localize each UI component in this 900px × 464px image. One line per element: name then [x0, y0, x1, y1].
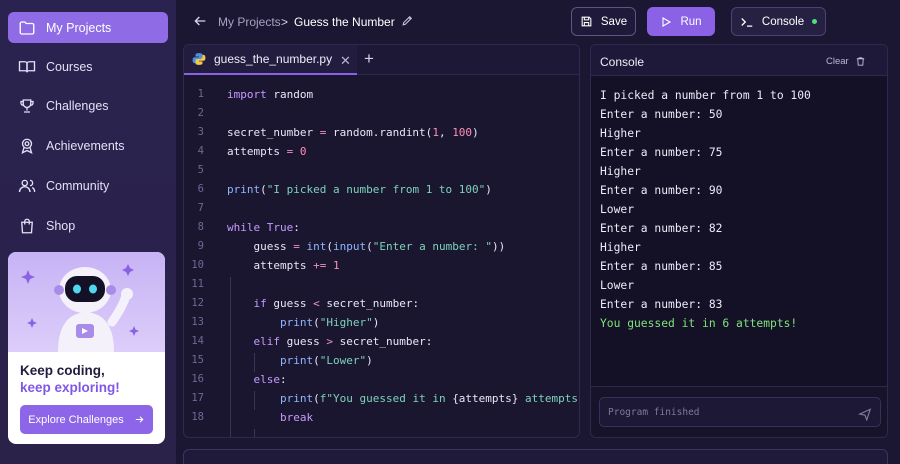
code-line: 1 import random [197, 88, 314, 101]
console-header: Console Clear [591, 45, 887, 76]
run-label: Run [680, 15, 702, 28]
sidebar-item-label: Community [46, 178, 110, 193]
code-line: 13 print("Higher") [191, 316, 380, 329]
sidebar-item-community[interactable]: Community [8, 170, 168, 201]
console-input-area: Program finished [591, 386, 887, 437]
promo-card: Keep coding, keep exploring! Explore Cha… [8, 252, 165, 444]
code-line: 17 print(f"You guessed it in {attempts} … [191, 392, 579, 405]
breadcrumb-separator: > [281, 15, 289, 29]
run-button[interactable]: Run [647, 7, 715, 36]
shopping-bag-icon [21, 218, 33, 233]
sidebar-item-label: Achievements [46, 138, 125, 153]
console-line: Enter a number: 90 [600, 184, 723, 197]
console-input-placeholder: Program finished [608, 407, 700, 418]
promo-subtitle: keep exploring! [20, 380, 120, 395]
console-line: Lower [600, 203, 635, 216]
console-title: Console [600, 55, 645, 69]
save-icon [581, 16, 592, 27]
console-panel: Console Clear I picked a number from 1 t… [590, 44, 888, 438]
breadcrumb-parent[interactable]: My Projects [218, 15, 281, 29]
book-icon [18, 60, 36, 72]
sidebar-item-courses[interactable]: Courses [8, 51, 168, 82]
code-line: 12 if guess < secret_number: [191, 297, 420, 310]
console-line: Higher [600, 165, 641, 178]
code-line: 2 [197, 107, 204, 119]
console-success-line: You guessed it in 6 attempts! [600, 317, 798, 330]
console-line: Higher [600, 241, 641, 254]
code-line: 15 print("Lower") [191, 354, 373, 367]
save-button[interactable]: Save [571, 7, 636, 36]
edit-pencil-icon[interactable] [401, 14, 414, 27]
explore-challenges-button[interactable]: Explore Challenges [20, 405, 153, 434]
page-title: Guess the Number [294, 15, 395, 29]
robot-illustration [8, 252, 165, 352]
console-line: Lower [600, 279, 635, 292]
console-line: Enter a number: 85 [600, 260, 723, 273]
console-line: I picked a number from 1 to 100 [600, 89, 811, 102]
trophy-icon [20, 98, 34, 113]
status-dot [812, 19, 818, 24]
sidebar-item-challenges[interactable]: Challenges [8, 90, 168, 121]
sidebar-item-shop[interactable]: Shop [8, 210, 168, 241]
code-line: 5 [197, 164, 204, 176]
add-tab-icon[interactable]: + [364, 49, 374, 69]
console-line: Enter a number: 83 [600, 298, 723, 311]
promo-title: Keep coding, [20, 363, 105, 378]
send-icon[interactable] [858, 407, 872, 421]
sidebar-item-label: My Projects [46, 20, 112, 35]
terminal-icon [741, 17, 753, 27]
save-label: Save [600, 15, 628, 28]
clear-label: Clear [826, 56, 849, 67]
python-icon [192, 53, 206, 65]
code-editor[interactable]: guess_the_number.py ✕ + 1 import random 2… [183, 44, 580, 438]
robot-icon [21, 264, 139, 352]
code-line: 6 print("I picked a number from 1 to 100"… [197, 183, 492, 196]
explore-challenges-label: Explore Challenges [28, 413, 124, 426]
trash-icon [856, 57, 864, 66]
console-line: Enter a number: 50 [600, 108, 723, 121]
console-line: Enter a number: 75 [600, 146, 723, 159]
sidebar-item-my-projects[interactable]: My Projects [8, 12, 168, 43]
arrow-right-icon [135, 416, 144, 423]
console-output: I picked a number from 1 to 100 Enter a … [600, 86, 811, 333]
tab-file[interactable]: guess_the_number.py ✕ [184, 45, 357, 75]
sidebar-item-label: Courses [46, 59, 93, 74]
sidebar-item-label: Shop [46, 218, 76, 233]
code-line: 7 [197, 202, 204, 214]
sidebar-item-label: Challenges [46, 98, 109, 113]
code-line: 9 guess = int(input("Enter a number: ")) [197, 240, 506, 253]
medal-icon [21, 138, 33, 154]
back-arrow-icon[interactable] [192, 13, 208, 29]
close-tab-icon[interactable]: ✕ [340, 53, 351, 69]
code-line: 10 attempts += 1 [191, 259, 340, 272]
console-label: Console [761, 15, 805, 28]
code-line: 4 attempts = 0 [197, 145, 307, 158]
console-line: Higher [600, 127, 641, 140]
code-line: 8 while True: [197, 221, 300, 234]
code-line: 18 break [191, 411, 314, 424]
code-line: 14 elif guess > secret_number: [191, 335, 433, 348]
code-line: 3 secret_number = random.randint(1, 100) [197, 126, 479, 139]
indent-guide [254, 429, 255, 437]
sidebar: My Projects Courses Challenges Achieveme… [0, 0, 176, 464]
console-line: Enter a number: 82 [600, 222, 723, 235]
bottom-panel [183, 449, 888, 464]
play-icon [662, 16, 672, 27]
users-icon [18, 179, 36, 192]
editor-tab-bar: guess_the_number.py ✕ + [184, 45, 579, 75]
sidebar-item-achievements[interactable]: Achievements [8, 130, 168, 161]
tab-filename: guess_the_number.py [214, 52, 333, 66]
folder-icon [19, 20, 35, 35]
code-line: 11 [191, 278, 204, 290]
code-line: 16 else: [191, 373, 287, 386]
console-toggle-button[interactable]: Console [731, 7, 826, 36]
clear-button[interactable]: Clear [826, 56, 866, 67]
console-input[interactable]: Program finished [599, 397, 881, 427]
